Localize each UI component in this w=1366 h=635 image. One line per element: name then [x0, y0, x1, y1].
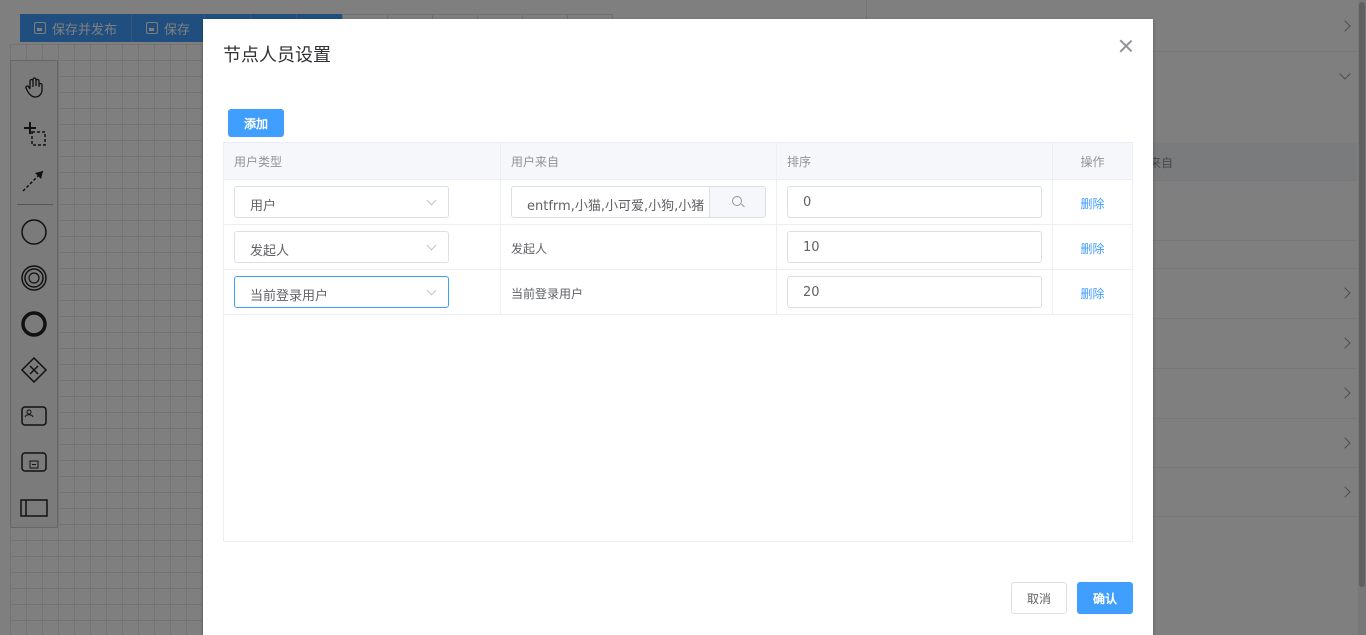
user-type-value: 用户	[250, 199, 277, 214]
search-icon	[732, 196, 742, 206]
header-user-source: 用户来自	[501, 143, 777, 180]
dialog-title: 节点人员设置	[223, 45, 331, 66]
personnel-table: 用户类型 用户来自 排序 操作 用户 entfrm,小猫,小可爱,小狗,小猪 0	[223, 142, 1133, 542]
user-type-value: 发起人	[250, 244, 290, 259]
user-source-value: entfrm,小猫,小可爱,小狗,小猪	[527, 199, 705, 214]
table-row: 发起人 发起人 10 删除	[224, 225, 1132, 270]
cell-action: 删除	[1053, 180, 1132, 225]
order-value: 0	[803, 195, 812, 210]
cell-user-source: 发起人	[501, 225, 777, 270]
order-input[interactable]: 0	[787, 186, 1042, 218]
user-type-value: 当前登录用户	[250, 289, 329, 304]
cell-order: 20	[777, 270, 1053, 315]
chevron-down-icon	[426, 285, 437, 296]
confirm-button[interactable]: 确认	[1077, 582, 1133, 614]
user-source-text: 发起人	[511, 242, 548, 256]
table-row: 用户 entfrm,小猫,小可爱,小狗,小猪 0 删除	[224, 180, 1132, 225]
close-icon[interactable]	[1119, 39, 1133, 53]
order-value: 20	[803, 285, 820, 300]
header-action: 操作	[1080, 155, 1105, 169]
cell-action: 删除	[1053, 270, 1132, 315]
cell-user-type: 发起人	[224, 225, 501, 270]
delete-link[interactable]: 删除	[1053, 195, 1132, 212]
table-header: 用户类型 用户来自 排序 操作	[224, 143, 1132, 180]
user-source-text: 当前登录用户	[511, 287, 584, 301]
user-type-select[interactable]: 发起人	[234, 231, 449, 263]
user-type-select[interactable]: 当前登录用户	[234, 276, 449, 308]
order-input[interactable]: 20	[787, 276, 1042, 308]
cell-action: 删除	[1053, 225, 1132, 270]
delete-link[interactable]: 删除	[1053, 240, 1132, 257]
cell-user-type: 当前登录用户	[224, 270, 501, 315]
delete-link[interactable]: 删除	[1053, 285, 1132, 302]
order-input[interactable]: 10	[787, 231, 1042, 263]
order-value: 10	[803, 240, 820, 255]
cell-user-source: 当前登录用户	[501, 270, 777, 315]
cancel-button[interactable]: 取消	[1011, 582, 1067, 614]
cell-order: 10	[777, 225, 1053, 270]
cell-user-type: 用户	[224, 180, 501, 225]
user-type-select[interactable]: 用户	[234, 186, 449, 218]
cell-user-source: entfrm,小猫,小可爱,小狗,小猪	[501, 180, 777, 225]
chevron-down-icon	[426, 195, 437, 206]
cell-order: 0	[777, 180, 1053, 225]
node-personnel-dialog: 节点人员设置 添加 用户类型 用户来自 排序 操作 用户 entfrm,小猫,小…	[203, 19, 1153, 635]
user-source-input[interactable]: entfrm,小猫,小可爱,小狗,小猪	[511, 186, 766, 218]
add-button[interactable]: 添加	[228, 109, 284, 137]
header-user-type: 用户类型	[224, 143, 501, 180]
chevron-down-icon	[426, 240, 437, 251]
user-search-button[interactable]	[709, 187, 765, 217]
table-row: 当前登录用户 当前登录用户 20 删除	[224, 270, 1132, 315]
header-order: 排序	[777, 143, 1053, 180]
